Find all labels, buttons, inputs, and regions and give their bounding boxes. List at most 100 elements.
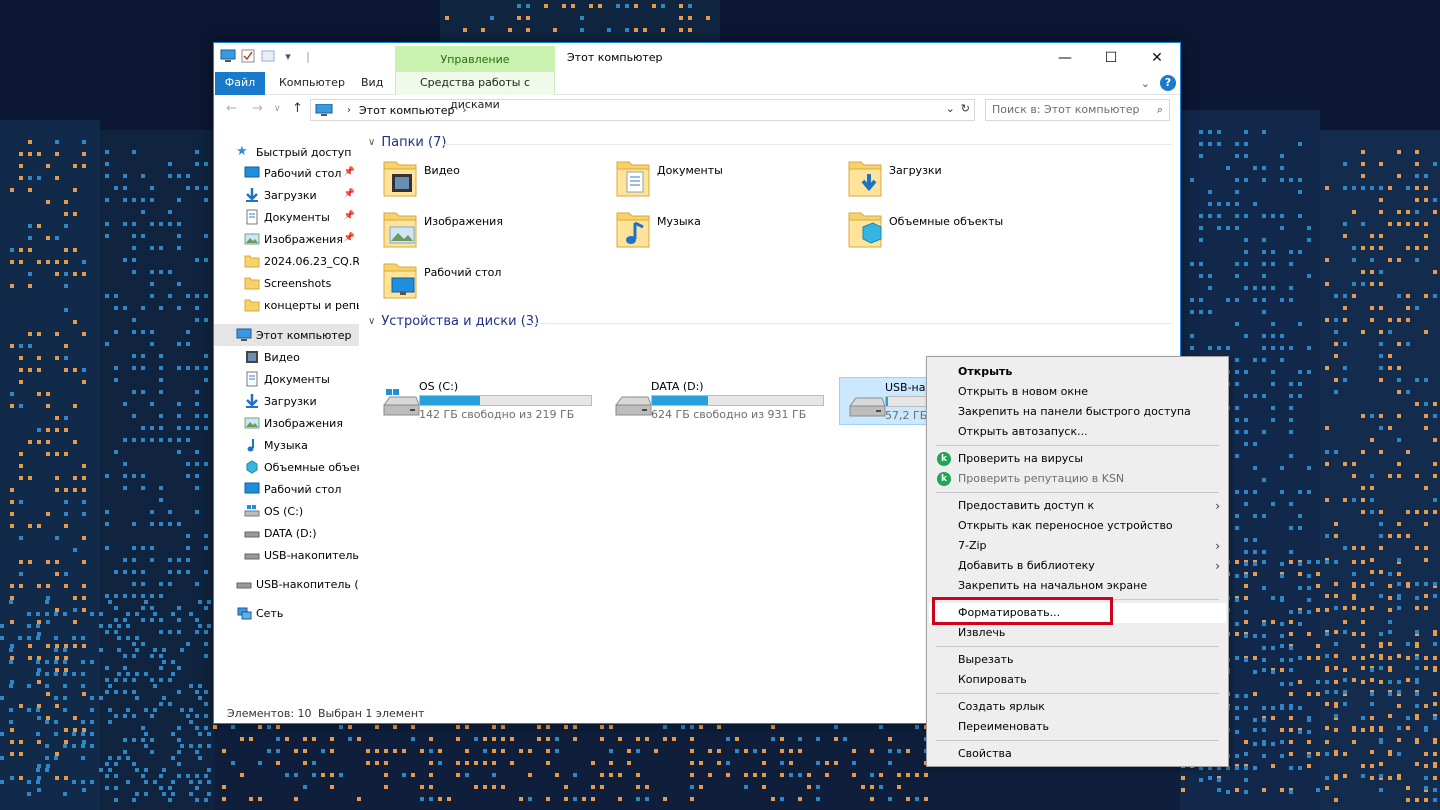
nav-item[interactable]: OS (C:) (214, 500, 359, 522)
wallpaper-light (198, 696, 202, 700)
menu-item[interactable]: Закрепить на начальном экране (929, 576, 1226, 596)
nav-item[interactable]: Загрузки 📌 (214, 184, 359, 206)
nav-item[interactable]: DATA (D:) (214, 522, 359, 544)
menu-item[interactable]: Вырезать (929, 650, 1226, 670)
nav-this-pc[interactable]: Этот компьютер (214, 324, 359, 346)
nav-item[interactable]: Изображения 📌 (214, 228, 359, 250)
menu-item[interactable]: Извлечь (929, 623, 1226, 643)
nav-quick-access[interactable]: ★ Быстрый доступ (214, 141, 359, 163)
menu-item[interactable]: Копировать (929, 670, 1226, 690)
refresh-icon[interactable]: ↻ (961, 102, 970, 115)
drive-tile[interactable]: OS (C:) 142 ГБ свободно из 219 ГБ (374, 377, 602, 425)
menu-item[interactable]: 7-Zip › (929, 536, 1226, 556)
folder-tile[interactable]: Изображения (382, 207, 607, 253)
menu-item[interactable]: k Проверить на вирусы (929, 449, 1226, 469)
nav-item[interactable]: концерты и репы (214, 294, 359, 316)
menu-item[interactable]: Добавить в библиотеку › (929, 556, 1226, 576)
folder-tile[interactable]: Загрузки (847, 156, 1072, 202)
nav-item[interactable]: Загрузки (214, 390, 359, 412)
wallpaper-light (132, 594, 136, 598)
wallpaper-light (1379, 510, 1383, 514)
new-folder-icon[interactable] (260, 48, 276, 64)
search-icon[interactable]: ⌕ (1157, 103, 1163, 117)
wallpaper-light (1325, 632, 1329, 636)
wallpaper-light (82, 560, 86, 564)
menu-item[interactable]: Открыть автозапуск... (929, 422, 1226, 442)
wallpaper-light (258, 725, 262, 729)
breadcrumb-this-pc[interactable]: Этот компьютер (359, 104, 455, 117)
menu-item[interactable]: Свойства (929, 744, 1226, 764)
minimize-button[interactable]: — (1042, 43, 1088, 72)
menu-item[interactable]: Открыть (929, 362, 1226, 382)
nav-item[interactable]: Рабочий стол (214, 478, 359, 500)
breadcrumb-chevron-icon[interactable]: › (347, 105, 351, 116)
collapse-chevron-icon[interactable]: ∨ (368, 316, 375, 327)
nav-item[interactable]: Рабочий стол 📌 (214, 162, 359, 184)
folder-tile[interactable]: Документы (615, 156, 840, 202)
pin-icon[interactable]: 📌 (344, 167, 355, 177)
back-arrow-icon[interactable]: ← (226, 101, 237, 116)
wallpaper-light (1415, 704, 1419, 708)
menu-item[interactable]: Предоставить доступ к › (929, 496, 1226, 516)
folder-tile[interactable]: Видео (382, 156, 607, 202)
nav-item[interactable]: USB-накопитель (E:) (214, 544, 359, 566)
folder-tile[interactable]: Объемные объекты (847, 207, 1072, 253)
wallpaper-light (1235, 766, 1239, 770)
nav-network[interactable]: Сеть (214, 602, 359, 624)
nav-item[interactable]: 2024.06.23_CQ.RU_1 (214, 250, 359, 272)
wallpaper-light (64, 644, 68, 648)
computer-icon[interactable] (220, 48, 236, 64)
wallpaper-light (1379, 198, 1383, 202)
pin-icon[interactable]: 📌 (344, 211, 355, 221)
wallpaper-light (82, 644, 86, 648)
pin-icon[interactable]: 📌 (344, 233, 355, 243)
search-input[interactable]: Поиск в: Этот компьютер ⌕ (985, 99, 1170, 121)
help-icon[interactable]: ? (1160, 75, 1176, 91)
menu-item[interactable]: Открыть как переносное устройство (929, 516, 1226, 536)
wallpaper-light (1370, 582, 1374, 586)
up-arrow-icon[interactable]: ↑ (292, 101, 303, 116)
nav-item[interactable]: Документы 📌 (214, 206, 359, 228)
nav-label: Видео (264, 350, 300, 364)
nav-item[interactable]: Изображения (214, 412, 359, 434)
wallpaper-light (1289, 632, 1293, 636)
maximize-button[interactable]: ☐ (1088, 43, 1134, 72)
tab-drive-tools[interactable]: Средства работы с дисками (395, 72, 555, 111)
address-dropdown-icon[interactable]: ⌄ (946, 102, 955, 115)
forward-arrow-icon[interactable]: → (252, 101, 263, 116)
folders-group-header[interactable]: ∨ Папки (7) (368, 135, 446, 150)
wallpaper-light (1181, 776, 1185, 780)
wallpaper-light (162, 660, 166, 664)
folder-tile[interactable]: Музыка (615, 207, 840, 253)
recent-locations-icon[interactable]: ∨ (274, 104, 281, 114)
folder-tile[interactable]: Рабочий стол (382, 258, 607, 304)
wallpaper-light (105, 666, 109, 670)
drive-tile[interactable]: DATA (D:) 624 ГБ свободно из 931 ГБ (606, 377, 834, 425)
tab-computer[interactable]: Компьютер (267, 72, 357, 95)
drives-group-header[interactable]: ∨ Устройства и диски (3) (368, 314, 539, 329)
wallpaper-light (879, 785, 883, 789)
nav-usb-drive[interactable]: USB-накопитель (E:) (214, 573, 359, 595)
collapse-chevron-icon[interactable]: ∨ (368, 137, 375, 148)
address-bar[interactable]: › Этот компьютер › ⌄ ↻ (310, 99, 975, 121)
pin-icon[interactable]: 📌 (344, 189, 355, 199)
wallpaper-light (177, 306, 181, 310)
wallpaper-light (762, 761, 766, 765)
breadcrumb-chevron-icon[interactable]: › (463, 105, 467, 116)
tab-file[interactable]: Файл (215, 72, 265, 95)
nav-item[interactable]: Документы (214, 368, 359, 390)
menu-item[interactable]: Создать ярлык (929, 697, 1226, 717)
menu-item[interactable]: Закрепить на панели быстрого доступа (929, 402, 1226, 422)
wallpaper-light (1370, 702, 1374, 706)
menu-item[interactable]: Открыть в новом окне (929, 382, 1226, 402)
nav-item[interactable]: Объемные объекты (214, 456, 359, 478)
customize-toolbar-dropdown-icon[interactable]: ▾ (280, 48, 296, 64)
properties-icon[interactable] (240, 48, 256, 64)
close-button[interactable]: ✕ (1134, 43, 1180, 72)
expand-ribbon-icon[interactable]: ⌄ (1141, 77, 1150, 90)
tab-view[interactable]: Вид (349, 72, 395, 95)
nav-item[interactable]: Screenshots (214, 272, 359, 294)
nav-item[interactable]: Музыка (214, 434, 359, 456)
menu-item[interactable]: Переименовать (929, 717, 1226, 737)
nav-item[interactable]: Видео (214, 346, 359, 368)
